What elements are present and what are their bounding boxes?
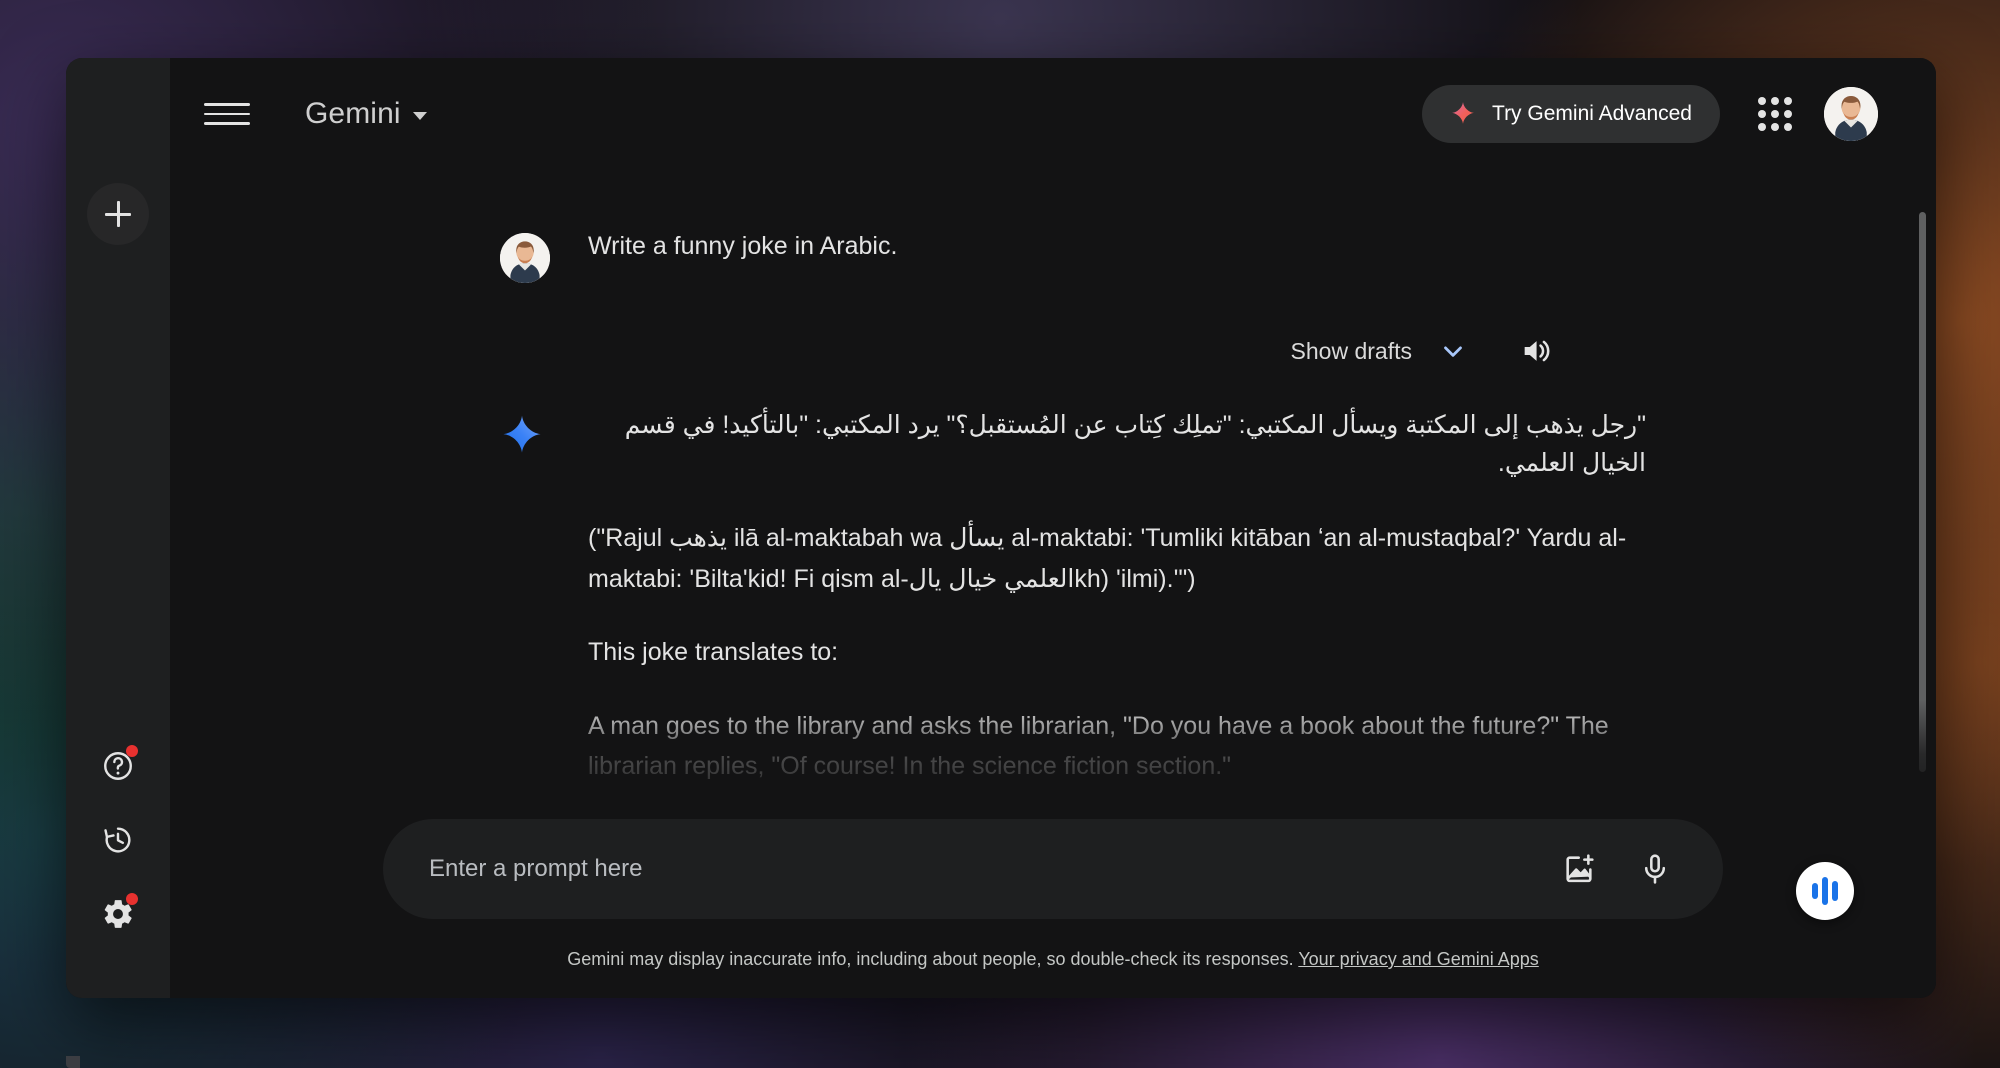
assistant-paragraph-arabic: "رجل يذهب إلى المكتبة ويسأل المكتبي: "تم… bbox=[624, 411, 1646, 477]
plus-icon bbox=[105, 201, 131, 227]
try-gemini-advanced-button[interactable]: Try Gemini Advanced bbox=[1422, 85, 1720, 143]
apps-grid-icon[interactable] bbox=[1752, 91, 1798, 137]
window-bottom-chrome bbox=[66, 1056, 80, 1068]
settings-notification-badge bbox=[126, 893, 138, 905]
try-gemini-advanced-label: Try Gemini Advanced bbox=[1492, 102, 1692, 125]
voice-bar bbox=[1822, 877, 1828, 905]
brand-model-selector[interactable]: Gemini bbox=[305, 97, 427, 131]
avatar bbox=[500, 233, 550, 283]
add-image-button[interactable] bbox=[1553, 843, 1605, 895]
desktop-background: Gemini Try Gemini Advanced Write a funny… bbox=[0, 0, 2000, 1068]
drafts-toolbar: Show drafts bbox=[170, 331, 1936, 371]
conversation-scrollbar-thumb[interactable] bbox=[1919, 212, 1926, 772]
apps-dot bbox=[1784, 110, 1792, 118]
hamburger-bar bbox=[204, 112, 250, 116]
apps-dot bbox=[1758, 123, 1766, 131]
user-avatar-illustration bbox=[500, 233, 550, 283]
activity-history-button[interactable] bbox=[94, 816, 142, 864]
disclaimer-sentence: Gemini may display inaccurate info, incl… bbox=[567, 949, 1294, 969]
show-drafts-label: Show drafts bbox=[1290, 337, 1412, 364]
apps-dot bbox=[1784, 123, 1792, 131]
privacy-link[interactable]: Your privacy and Gemini Apps bbox=[1298, 949, 1538, 969]
apps-dot bbox=[1758, 110, 1766, 118]
help-button[interactable] bbox=[94, 742, 142, 790]
voice-assistant-icon bbox=[1812, 876, 1838, 906]
user-message-row: Write a funny joke in Arabic. bbox=[170, 228, 1936, 283]
user-message-text: Write a funny joke in Arabic. bbox=[588, 232, 898, 260]
disclaimer-text: Gemini may display inaccurate info, incl… bbox=[170, 949, 1936, 998]
help-notification-badge bbox=[126, 745, 138, 757]
voice-assistant-button[interactable] bbox=[1796, 862, 1854, 920]
apps-dot bbox=[1771, 123, 1779, 131]
voice-bar bbox=[1832, 881, 1838, 901]
chevron-down-icon bbox=[1444, 346, 1462, 357]
hamburger-bar bbox=[204, 103, 250, 106]
settings-button[interactable] bbox=[94, 890, 142, 938]
microphone-icon bbox=[1644, 854, 1666, 884]
user-avatar-illustration bbox=[1824, 87, 1878, 141]
add-image-icon bbox=[1566, 854, 1594, 883]
microphone-button[interactable] bbox=[1629, 843, 1681, 895]
gemini-app-window: Gemini Try Gemini Advanced Write a funny… bbox=[66, 58, 1936, 998]
composer-area: Gemini may display inaccurate info, incl… bbox=[170, 819, 1936, 998]
rail-bottom-section bbox=[66, 742, 170, 938]
new-chat-button[interactable] bbox=[87, 183, 149, 245]
sparkle-icon bbox=[1452, 102, 1474, 124]
app-header: Gemini Try Gemini Advanced bbox=[170, 58, 1936, 170]
prompt-composer[interactable] bbox=[383, 819, 1723, 919]
assistant-paragraph-translation: A man goes to the library and asks the l… bbox=[588, 711, 1609, 781]
voice-bar bbox=[1812, 883, 1818, 899]
chevron-down-icon bbox=[412, 112, 427, 120]
apps-dot bbox=[1771, 110, 1779, 118]
search-input[interactable] bbox=[429, 855, 1529, 883]
volume-up-icon bbox=[1524, 340, 1550, 362]
apps-dot bbox=[1771, 97, 1779, 105]
apps-dot bbox=[1784, 97, 1792, 105]
apps-dot bbox=[1758, 97, 1766, 105]
avatar[interactable] bbox=[1824, 87, 1878, 141]
gemini-sparkle-icon bbox=[500, 413, 544, 457]
assistant-paragraph-translates-intro: This joke translates to: bbox=[588, 638, 839, 666]
rail-top-section bbox=[66, 58, 170, 245]
left-navigation-rail bbox=[66, 58, 170, 998]
hamburger-menu-icon[interactable] bbox=[204, 91, 250, 137]
page-title: Gemini bbox=[305, 97, 401, 130]
assistant-paragraph-transliteration: ("Rajul يذهب ilā al-maktabah wa يسأل al-… bbox=[588, 524, 1627, 593]
read-aloud-button[interactable] bbox=[1516, 331, 1556, 371]
show-drafts-button[interactable]: Show drafts bbox=[1291, 336, 1468, 366]
hamburger-bar bbox=[204, 122, 250, 125]
main-pane: Gemini Try Gemini Advanced Write a funny… bbox=[170, 58, 1936, 998]
